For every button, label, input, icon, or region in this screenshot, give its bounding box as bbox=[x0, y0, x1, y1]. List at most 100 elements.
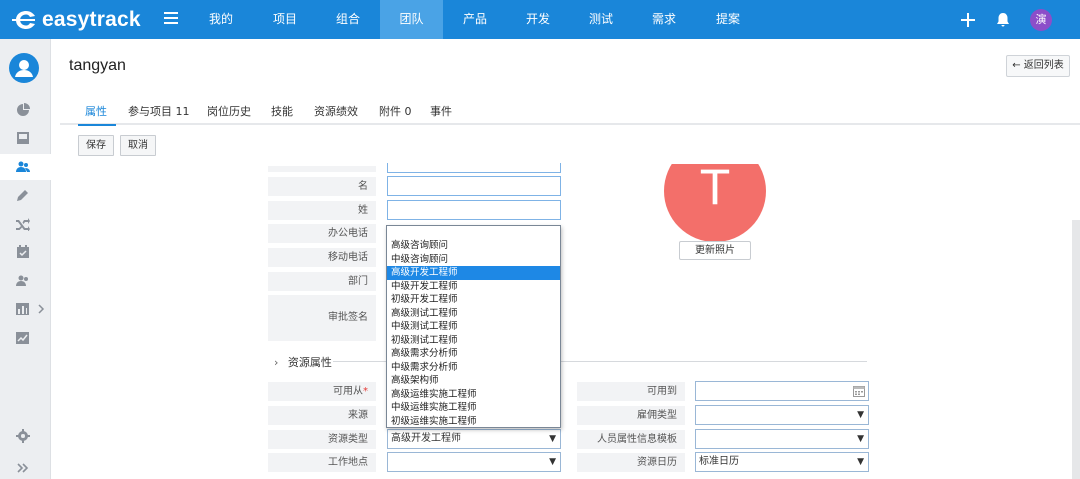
first-name-input[interactable] bbox=[387, 176, 561, 196]
partial-field[interactable] bbox=[387, 163, 561, 173]
available-to-input[interactable] bbox=[695, 381, 869, 401]
logo-icon bbox=[12, 11, 35, 29]
dashboard-icon[interactable] bbox=[16, 103, 30, 117]
resource-type-select[interactable]: 高级开发工程师 ▼ bbox=[387, 429, 561, 449]
arrow-left-icon: ← bbox=[1012, 60, 1021, 71]
resource-type-dropdown-list[interactable]: 高级咨询顾问 中级咨询顾问 高级开发工程师 中级开发工程师 初级开发工程师 高级… bbox=[386, 225, 561, 428]
dropdown-option[interactable]: 初级测试工程师 bbox=[387, 334, 560, 348]
tab-attributes[interactable]: 属性 bbox=[85, 103, 107, 119]
chevron-down-icon: ▼ bbox=[857, 434, 864, 444]
photo-mask bbox=[650, 132, 790, 164]
nav-mine[interactable]: 我的 bbox=[196, 0, 246, 39]
nav-test[interactable]: 测试 bbox=[576, 0, 626, 39]
resource-type-value: 高级开发工程师 bbox=[391, 433, 461, 444]
dropdown-option[interactable]: 初级运维实施工程师 bbox=[387, 415, 560, 429]
tab-projects[interactable]: 参与项目 11 bbox=[128, 103, 190, 119]
office-phone-label: 办公电话 bbox=[268, 224, 376, 243]
nav-requirement[interactable]: 需求 bbox=[639, 0, 689, 39]
logo-text: easytrack bbox=[42, 8, 141, 31]
nav-proposal[interactable]: 提案 bbox=[703, 0, 753, 39]
dropdown-option[interactable]: 高级咨询顾问 bbox=[387, 239, 560, 253]
page-title: tangyan bbox=[69, 57, 126, 74]
personnel-template-label: 人员属性信息模板 bbox=[577, 430, 685, 449]
source-label: 来源 bbox=[268, 406, 376, 425]
employment-type-label: 雇佣类型 bbox=[577, 406, 685, 425]
tab-performance[interactable]: 资源绩效 bbox=[314, 103, 358, 119]
resource-section-label: 资源属性 bbox=[287, 356, 332, 369]
active-tab-indicator bbox=[78, 124, 116, 126]
chevron-down-icon: ▼ bbox=[857, 457, 864, 467]
menu-icon[interactable] bbox=[164, 12, 178, 26]
team-icon[interactable] bbox=[16, 160, 30, 174]
bell-icon[interactable] bbox=[995, 0, 1011, 39]
nav-team[interactable]: 团队 bbox=[380, 0, 443, 39]
profile-photo-letter: T bbox=[699, 159, 731, 215]
resource-type-label: 资源类型 bbox=[268, 430, 376, 449]
department-label: 部门 bbox=[268, 272, 376, 291]
dropdown-option[interactable]: 初级开发工程师 bbox=[387, 293, 560, 307]
expand-icon[interactable] bbox=[16, 461, 30, 475]
resource-calendar-select[interactable]: 标准日历 ▼ bbox=[695, 452, 869, 472]
chevron-right-icon: › bbox=[274, 356, 279, 369]
inbox-icon[interactable] bbox=[16, 131, 30, 145]
employment-type-select[interactable]: ▼ bbox=[695, 405, 869, 425]
dropdown-option[interactable]: 中级测试工程师 bbox=[387, 320, 560, 334]
available-from-text: 可用从 bbox=[333, 386, 363, 397]
tab-attachments[interactable]: 附件 0 bbox=[379, 103, 412, 119]
calendar-icon[interactable] bbox=[16, 245, 30, 259]
trend-icon[interactable] bbox=[16, 331, 30, 345]
user-avatar-initial: 演 bbox=[1030, 8, 1052, 31]
required-mark: * bbox=[363, 386, 368, 397]
approval-sign-label: 审批签名 bbox=[268, 295, 376, 341]
save-button[interactable]: 保存 bbox=[78, 135, 114, 156]
people-icon[interactable] bbox=[16, 274, 30, 288]
cancel-button[interactable]: 取消 bbox=[120, 135, 156, 156]
available-to-label: 可用到 bbox=[577, 382, 685, 401]
chevron-down-icon: ▼ bbox=[857, 410, 864, 420]
app-logo[interactable]: easytrack bbox=[12, 7, 141, 33]
available-from-label: 可用从* bbox=[268, 382, 376, 401]
resource-calendar-label: 资源日历 bbox=[577, 453, 685, 472]
shuffle-icon[interactable] bbox=[16, 217, 30, 231]
tab-events[interactable]: 事件 bbox=[430, 103, 452, 119]
resource-section-title[interactable]: › 资源属性 bbox=[274, 354, 332, 370]
tab-bar: 属性 参与项目 11 岗位历史 技能 资源绩效 附件 0 事件 bbox=[60, 99, 1080, 125]
page-scrollbar[interactable] bbox=[1072, 220, 1080, 479]
work-location-select[interactable]: ▼ bbox=[387, 452, 561, 472]
tab-position-history[interactable]: 岗位历史 bbox=[207, 103, 251, 119]
dropdown-option[interactable]: 高级需求分析师 bbox=[387, 347, 560, 361]
mobile-phone-label: 移动电话 bbox=[268, 248, 376, 267]
nav-product[interactable]: 产品 bbox=[450, 0, 500, 39]
resource-calendar-value: 标准日历 bbox=[699, 456, 739, 467]
dropdown-option[interactable]: 高级测试工程师 bbox=[387, 307, 560, 321]
profile-avatar-icon[interactable] bbox=[9, 53, 39, 83]
chevron-down-icon: ▼ bbox=[549, 434, 556, 444]
settings-icon[interactable] bbox=[16, 429, 30, 443]
nav-dev[interactable]: 开发 bbox=[513, 0, 563, 39]
update-photo-button[interactable]: 更新照片 bbox=[679, 241, 751, 260]
nav-portfolio[interactable]: 组合 bbox=[323, 0, 373, 39]
personnel-template-select[interactable]: ▼ bbox=[695, 429, 869, 449]
add-icon[interactable] bbox=[960, 0, 976, 39]
dropdown-option[interactable]: 中级咨询顾问 bbox=[387, 253, 560, 267]
back-to-list-button[interactable]: ← 返回列表 bbox=[1006, 55, 1070, 77]
dropdown-option[interactable]: 中级开发工程师 bbox=[387, 280, 560, 294]
dropdown-option[interactable]: 中级需求分析师 bbox=[387, 361, 560, 375]
dropdown-option[interactable]: 高级架构师 bbox=[387, 374, 560, 388]
pen-icon[interactable] bbox=[16, 188, 30, 202]
chart-icon[interactable] bbox=[16, 302, 30, 316]
last-name-input[interactable] bbox=[387, 200, 561, 220]
tab-skills[interactable]: 技能 bbox=[271, 103, 293, 119]
label-cell-top bbox=[268, 166, 376, 172]
dropdown-option-selected[interactable]: 高级开发工程师 bbox=[387, 266, 560, 280]
work-location-label: 工作地点 bbox=[268, 453, 376, 472]
back-to-list-label: 返回列表 bbox=[1023, 60, 1064, 71]
user-avatar[interactable]: 演 bbox=[1030, 0, 1052, 39]
calendar-icon[interactable] bbox=[853, 385, 865, 397]
dropdown-option[interactable]: 高级运维实施工程师 bbox=[387, 388, 560, 402]
chevron-right-icon[interactable] bbox=[37, 304, 45, 314]
first-name-label: 名 bbox=[268, 177, 376, 196]
last-name-label: 姓 bbox=[268, 201, 376, 220]
dropdown-option[interactable]: 中级运维实施工程师 bbox=[387, 401, 560, 415]
nav-project[interactable]: 项目 bbox=[260, 0, 310, 39]
